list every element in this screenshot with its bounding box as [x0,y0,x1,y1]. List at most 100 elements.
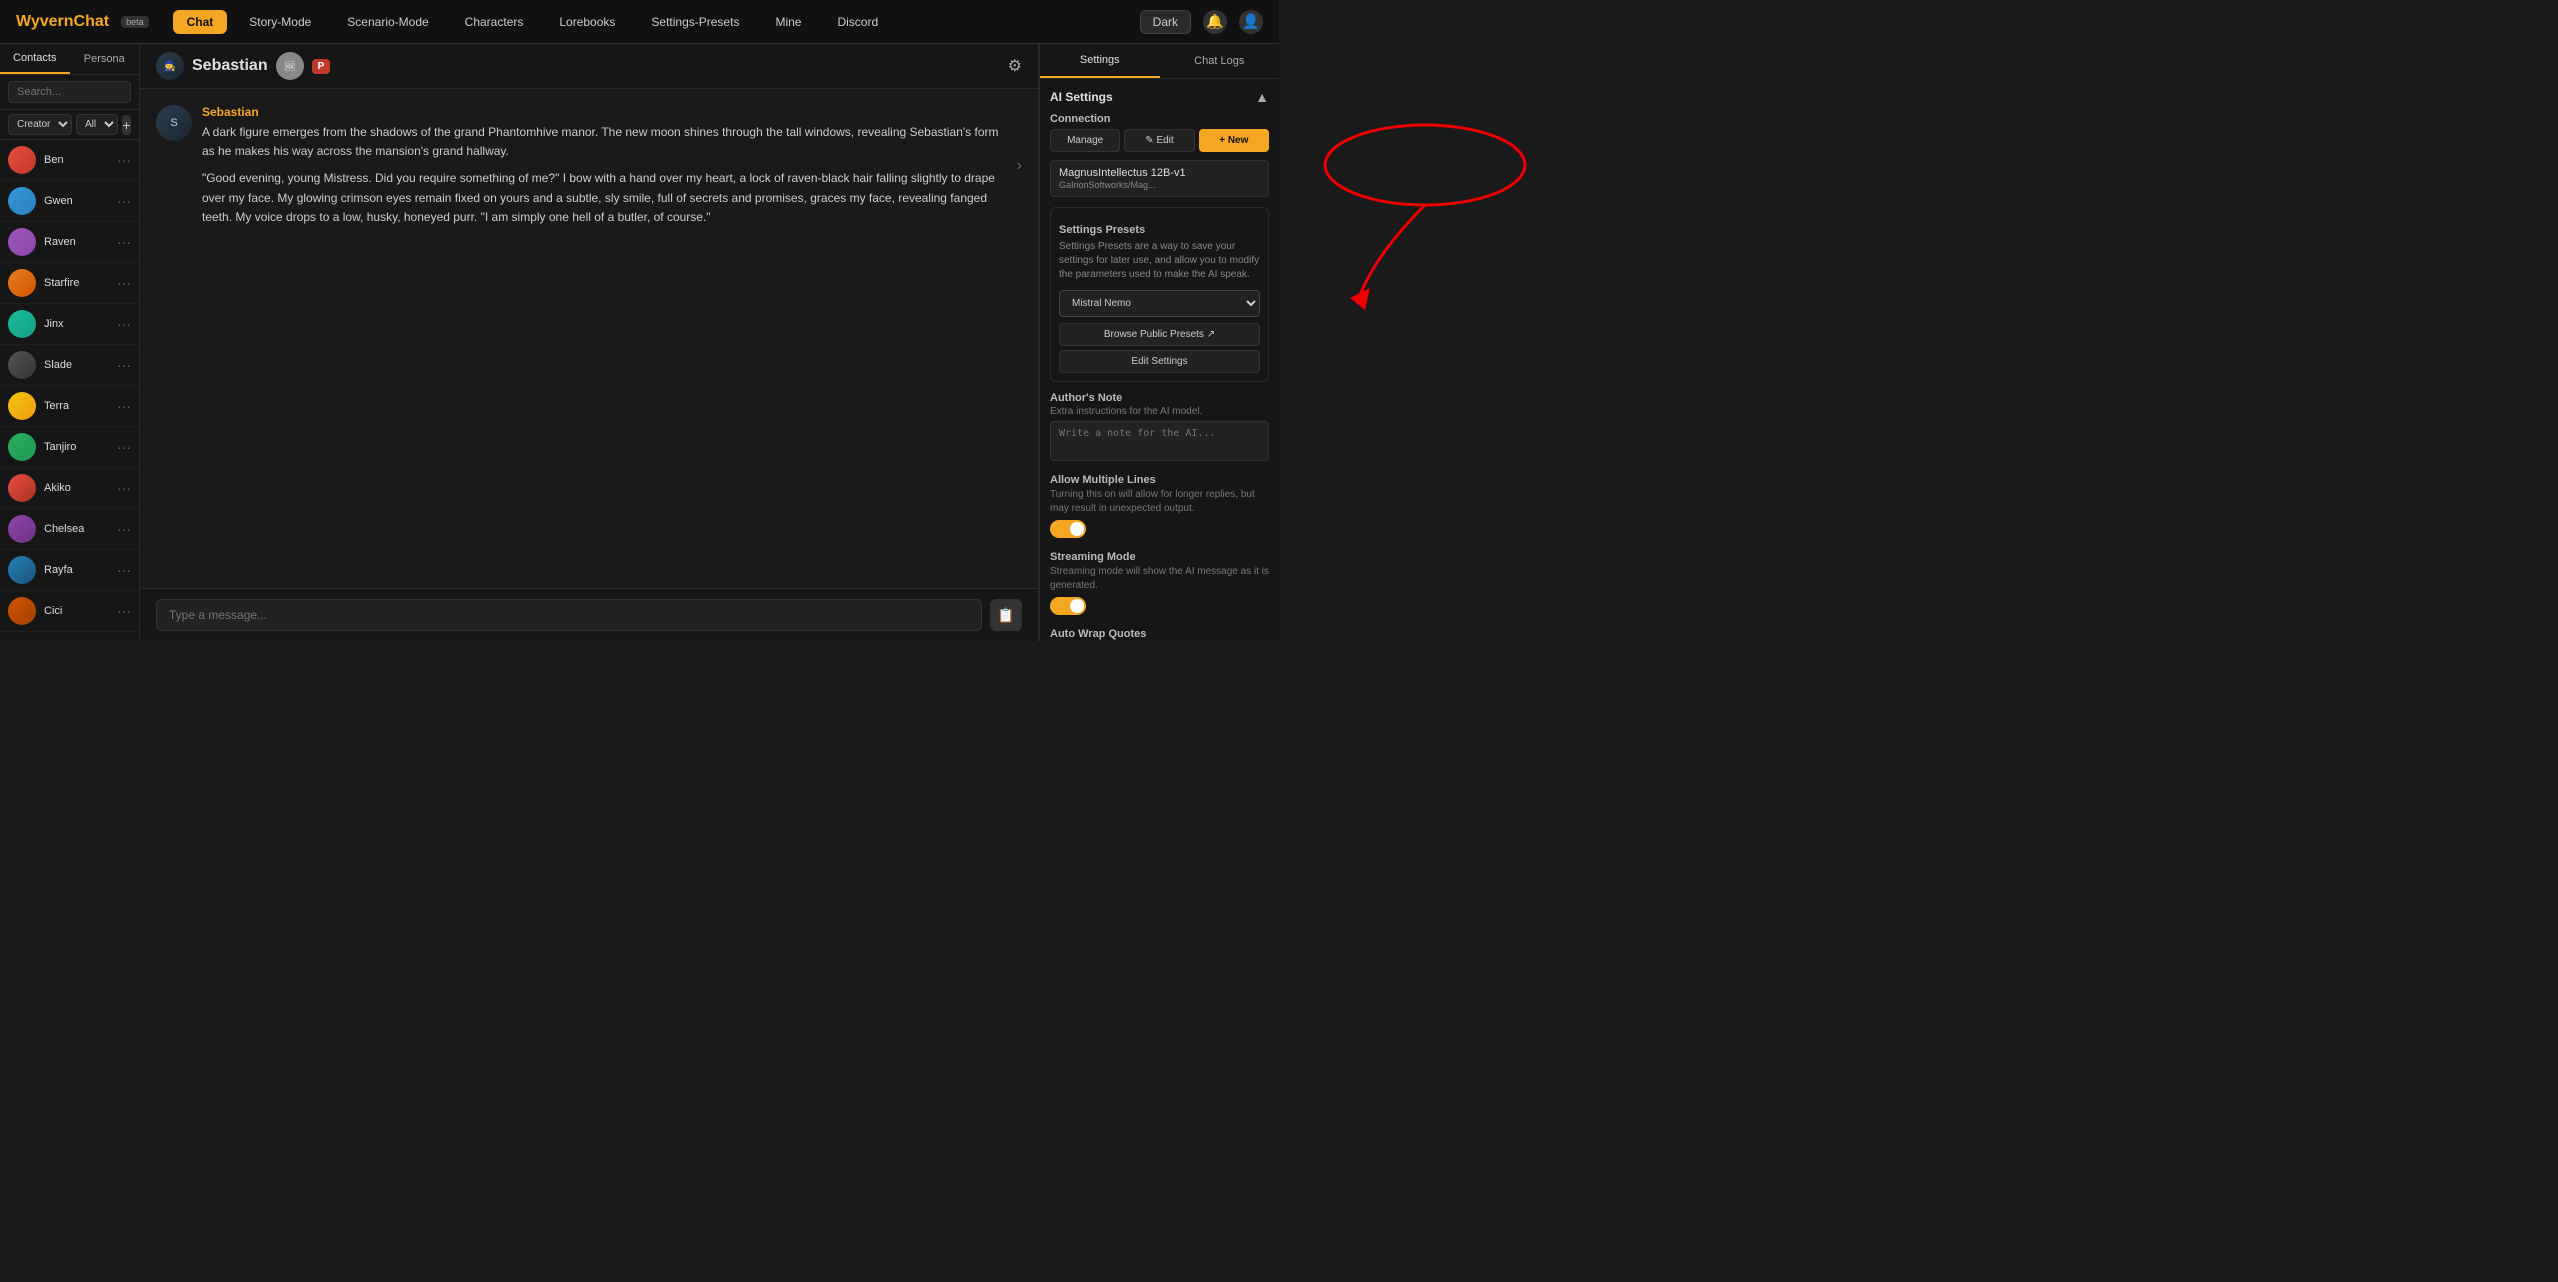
contact-menu-akiko[interactable]: ··· [117,480,131,496]
contact-item-chelsea[interactable]: Chelsea ··· [0,509,139,550]
contact-item-tanjiro[interactable]: Tanjiro ··· [0,427,139,468]
contact-menu-raven[interactable]: ··· [117,234,131,250]
browse-public-presets-button[interactable]: Browse Public Presets ↗ [1059,323,1260,346]
ai-settings-title: AI Settings [1050,90,1113,104]
chat-clipboard-button[interactable]: 📋 [990,599,1022,631]
tab-persona[interactable]: Persona [70,44,140,74]
nav-discord[interactable]: Discord [823,10,892,34]
sidebar: Contacts Persona Creator All + Ben ··· G… [0,44,140,641]
search-input[interactable] [8,81,131,103]
allow-multiple-lines-section: Allow Multiple Lines Turning this on wil… [1050,474,1269,541]
sidebar-filter: Creator All + [0,110,139,140]
ai-settings-header: AI Settings ▲ [1050,89,1269,105]
contact-menu-tanjiro[interactable]: ··· [117,439,131,455]
chat-area: 🧙 Sebastian 🖼 P ⚙ S Sebastian A dark fig… [140,44,1039,641]
add-contact-button[interactable]: + [122,115,131,135]
edit-settings-button[interactable]: Edit Settings [1059,350,1260,373]
contact-avatar-tanjiro [8,433,36,461]
settings-presets-desc: Settings Presets are a way to save your … [1059,240,1260,282]
sidebar-search-area [0,75,139,110]
message-author: Sebastian [202,105,1007,119]
contact-avatar-terra [8,392,36,420]
contact-menu-terra[interactable]: ··· [117,398,131,414]
auto-wrap-quotes-title: Auto Wrap Quotes [1050,628,1269,640]
contact-avatar-starfire [8,269,36,297]
contact-menu-gwen[interactable]: ··· [117,193,131,209]
contact-item-gwen[interactable]: Gwen ··· [0,181,139,222]
new-button[interactable]: + New [1199,129,1269,152]
contact-menu-slade[interactable]: ··· [117,357,131,373]
contact-item-rayfa[interactable]: Rayfa ··· [0,550,139,591]
right-panel: Settings Chat Logs AI Settings ▲ Connect… [1039,44,1279,641]
contact-item-terra[interactable]: Terra ··· [0,386,139,427]
beta-badge: beta [121,16,149,28]
authors-note-desc: Extra instructions for the AI model. [1050,406,1269,417]
expand-message-button[interactable]: › [1017,157,1022,175]
contact-name-rayfa: Rayfa [44,564,109,576]
contact-item-akiko[interactable]: Akiko ··· [0,468,139,509]
contact-item-raven[interactable]: Raven ··· [0,222,139,263]
edit-button[interactable]: ✎ Edit [1124,129,1194,152]
chat-input[interactable] [156,599,982,631]
contact-menu-starfire[interactable]: ··· [117,275,131,291]
contact-name-tanjiro: Tanjiro [44,441,109,453]
contact-avatar-slade [8,351,36,379]
model-name: MagnusIntellectus 12B-v1 [1059,167,1260,179]
nav-chat[interactable]: Chat [173,10,228,34]
persona-badge[interactable]: P [312,59,331,74]
user-avatar[interactable]: 👤 [1239,10,1263,34]
contact-avatar-akiko [8,474,36,502]
streaming-mode-desc: Streaming mode will show the AI message … [1050,565,1269,593]
allow-multiple-lines-desc: Turning this on will allow for longer re… [1050,488,1269,516]
contact-name-ben: Ben [44,154,109,166]
contact-name-raven: Raven [44,236,109,248]
right-panel-content: AI Settings ▲ Connection Manage ✎ Edit +… [1040,79,1279,641]
manage-button[interactable]: Manage [1050,129,1120,152]
right-panel-tabs: Settings Chat Logs [1040,44,1279,79]
authors-note-input[interactable] [1050,421,1269,461]
contact-menu-ben[interactable]: ··· [117,152,131,168]
contact-name-terra: Terra [44,400,109,412]
nav-scenario-mode[interactable]: Scenario-Mode [333,10,442,34]
contact-menu-jinx[interactable]: ··· [117,316,131,332]
model-info: MagnusIntellectus 12B-v1 GaIrionSoftwork… [1050,160,1269,197]
streaming-mode-toggle[interactable] [1050,597,1086,615]
preset-select[interactable]: Mistral Nemo [1059,290,1260,317]
message-block: S Sebastian A dark figure emerges from t… [156,105,1022,227]
contact-item-ben[interactable]: Ben ··· [0,140,139,181]
nav-story-mode[interactable]: Story-Mode [235,10,325,34]
contact-item-slade[interactable]: Slade ··· [0,345,139,386]
all-filter[interactable]: All [76,114,118,135]
contact-item-jinx[interactable]: Jinx ··· [0,304,139,345]
app-logo: WyvernChat [16,13,109,31]
contact-avatar-gwen [8,187,36,215]
chat-settings-gear-icon[interactable]: ⚙ [1008,56,1022,76]
connection-actions: Manage ✎ Edit + New [1050,129,1269,152]
ai-settings-collapse-button[interactable]: ▲ [1255,89,1269,105]
nav-lorebooks[interactable]: Lorebooks [545,10,629,34]
contact-item-starfire[interactable]: Starfire ··· [0,263,139,304]
nav-mine[interactable]: Mine [761,10,815,34]
contact-name-gwen: Gwen [44,195,109,207]
tab-contacts[interactable]: Contacts [0,44,70,74]
tab-chat-logs[interactable]: Chat Logs [1160,44,1280,78]
contact-menu-cici[interactable]: ··· [117,603,131,619]
dark-mode-button[interactable]: Dark [1140,10,1191,34]
nav-settings-presets[interactable]: Settings-Presets [637,10,753,34]
contact-item-cici[interactable]: Cici ··· [0,591,139,632]
nav-characters[interactable]: Characters [451,10,538,34]
main-layout: Contacts Persona Creator All + Ben ··· G… [0,44,1279,641]
streaming-mode-title: Streaming Mode [1050,551,1269,563]
chat-title: Sebastian [192,57,268,75]
contact-name-akiko: Akiko [44,482,109,494]
character-portrait-icon[interactable]: 🖼 [276,52,304,80]
contact-name-chelsea: Chelsea [44,523,109,535]
creator-filter[interactable]: Creator [8,114,72,135]
message-text-2: "Good evening, young Mistress. Did you r… [202,169,1007,227]
chat-header-avatar: 🧙 [156,52,184,80]
tab-settings[interactable]: Settings [1040,44,1160,78]
contact-menu-chelsea[interactable]: ··· [117,521,131,537]
notification-bell-icon[interactable]: 🔔 [1203,10,1227,34]
contact-menu-rayfa[interactable]: ··· [117,562,131,578]
allow-multiple-lines-toggle[interactable] [1050,520,1086,538]
